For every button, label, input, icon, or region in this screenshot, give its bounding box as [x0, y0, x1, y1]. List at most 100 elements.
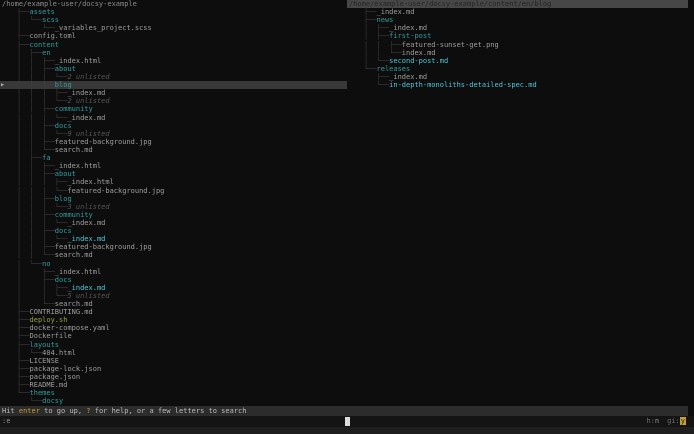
- tree-row[interactable]: │ │ │ └──2 unlisted: [0, 97, 347, 105]
- tree-guides: ├──: [0, 381, 30, 389]
- tree-row[interactable]: ├──content: [0, 41, 347, 49]
- tree-guides: │ │ ├──: [0, 81, 55, 89]
- tree-row[interactable]: └──themes: [0, 389, 347, 397]
- tree-row[interactable]: │ ├──first-post: [347, 32, 694, 40]
- tree-item-label: _index.html: [55, 57, 101, 65]
- tree-row[interactable]: ├──assets: [0, 8, 347, 16]
- tree-row[interactable]: │ │ │ └──_index.md: [0, 219, 347, 227]
- tree-row[interactable]: │ │ ├──featured-background.jpg: [0, 138, 347, 146]
- tree-row[interactable]: │ │ ├──_index.html: [0, 57, 347, 65]
- tree-item-label: 404.html: [42, 349, 76, 357]
- tree-row[interactable]: ├──LICENSE: [0, 357, 347, 365]
- tree-row[interactable]: │ │ ├──blog: [0, 195, 347, 203]
- tree-row[interactable]: ├──_index.md: [347, 73, 694, 81]
- tree-row[interactable]: │ │ └──5 unlisted: [0, 292, 347, 300]
- tree-row[interactable]: │ │ │ └──_index.md: [0, 235, 347, 243]
- tree-guides: ├──: [0, 332, 30, 340]
- tree-row[interactable]: │ │ │ └──3 unlisted: [0, 203, 347, 211]
- tree-item-label: about: [55, 170, 76, 178]
- tree-row[interactable]: ├──Dockerfile: [0, 332, 347, 340]
- tree-row[interactable]: ├──_index.md: [347, 8, 694, 16]
- tree-row[interactable]: ├──docker-compose.yaml: [0, 324, 347, 332]
- tree-row[interactable]: ▶ │ │ ├──blog: [0, 81, 347, 89]
- tree-row[interactable]: │ └──second-post.md: [347, 57, 694, 65]
- left-panel-path: /home/example-user/docsy-example: [0, 0, 347, 8]
- tree-row[interactable]: └──releases: [347, 65, 694, 73]
- tree-row[interactable]: ├──news: [347, 16, 694, 24]
- tree-row[interactable]: │ ├──_index.html: [0, 268, 347, 276]
- tree-row[interactable]: │ ├──docs: [0, 276, 347, 284]
- tree-row[interactable]: ├──deploy.sh: [0, 316, 347, 324]
- tree-row[interactable]: │ └──_variables_project.scss: [0, 24, 347, 32]
- tree-row[interactable]: │ │ │ └──_index.md: [0, 114, 347, 122]
- tree-row[interactable]: │ └──scss: [0, 16, 347, 24]
- tree-row[interactable]: │ └──search.md: [0, 300, 347, 308]
- tree-row[interactable]: ├──CONTRIBUTING.md: [0, 308, 347, 316]
- tree-item-label: layouts: [30, 341, 60, 349]
- tree-row[interactable]: │ │ │ └──featured-background.jpg: [0, 187, 347, 195]
- tree-row[interactable]: └──in-depth-monoliths-detailed-spec.md: [347, 81, 694, 89]
- search-mode-flags[interactable]: h:n gi:y: [638, 416, 686, 427]
- tree-item-label: blog: [55, 195, 72, 203]
- tree-item-label: scss: [42, 16, 59, 24]
- tree-row[interactable]: ├──package-lock.json: [0, 365, 347, 373]
- tree-item-label: _index.md: [67, 284, 105, 292]
- tree-row[interactable]: │ │ └──search.md: [0, 146, 347, 154]
- tree-row[interactable]: │ ├──_index.md: [347, 24, 694, 32]
- tree-row[interactable]: │ └──no: [0, 260, 347, 268]
- tree-row[interactable]: │ │ ├──featured-sunset-get.png: [347, 41, 694, 49]
- tree-row[interactable]: │ │ ├──docs: [0, 227, 347, 235]
- tree-row[interactable]: │ │ ├──featured-background.jpg: [0, 243, 347, 251]
- command-input-line[interactable]: :e h:n gi:y: [0, 416, 694, 427]
- tree-guides: ├──: [347, 73, 389, 81]
- tree-guides: │ │ │ └──: [0, 203, 67, 211]
- tree-item-label: LICENSE: [30, 357, 60, 365]
- tree-row[interactable]: │ │ └──search.md: [0, 251, 347, 259]
- status-bar: Hit enter to go up, ? for help, or a few…: [0, 406, 688, 416]
- mode-flag[interactable]: h:n: [646, 417, 659, 425]
- right-tree-rows: ├──_index.md ├──news │ ├──_index.md │ ├─…: [347, 8, 694, 89]
- tree-item-label: _index.md: [67, 235, 105, 243]
- tree-row[interactable]: │ │ │ ├──_index.html: [0, 178, 347, 186]
- tree-guides: │ │ └──: [347, 49, 402, 57]
- flag-label: h:: [646, 417, 654, 425]
- tree-item-label: _index.md: [67, 89, 105, 97]
- tree-row[interactable]: │ │ ├──community: [0, 211, 347, 219]
- text-cursor: [345, 417, 350, 426]
- tree-row[interactable]: ├──README.md: [0, 381, 347, 389]
- tree-item-label: no: [42, 260, 50, 268]
- tree-guides: │ └──: [0, 260, 42, 268]
- tree-row[interactable]: │ │ ├──community: [0, 105, 347, 113]
- tree-row[interactable]: │ │ │ ├──_index.md: [0, 89, 347, 97]
- tree-item-label: Dockerfile: [30, 332, 72, 340]
- tree-row[interactable]: ├──config.toml: [0, 32, 347, 40]
- tree-row[interactable]: └──docsy: [0, 397, 347, 405]
- command-input-value[interactable]: :e: [2, 416, 10, 427]
- tree-row[interactable]: │ │ │ └──9 unlisted: [0, 130, 347, 138]
- mode-flag[interactable]: gi:y: [667, 417, 686, 425]
- tree-item-label: docs: [55, 276, 72, 284]
- tree-guides: ├──: [0, 373, 30, 381]
- tree-item-label: about: [55, 65, 76, 73]
- file-tree-panel-right: /home/example-user/docsy-example/content…: [347, 0, 694, 406]
- tree-guides: │ │ │ └──: [0, 235, 67, 243]
- tree-row[interactable]: ├──package.json: [0, 373, 347, 381]
- tree-item-label: search.md: [55, 251, 93, 259]
- tree-row[interactable]: │ │ ├──about: [0, 65, 347, 73]
- tree-row[interactable]: │ │ ├──docs: [0, 122, 347, 130]
- tree-guides: │ │ │ └──: [0, 114, 67, 122]
- tree-item-label: docs: [55, 122, 72, 130]
- tree-row[interactable]: │ │ └──index.md: [347, 49, 694, 57]
- tree-item-label: 3 unlisted: [67, 203, 109, 211]
- tree-item-label: index.md: [402, 49, 436, 57]
- tree-row[interactable]: │ │ ├──_index.html: [0, 162, 347, 170]
- tree-row[interactable]: ├──layouts: [0, 341, 347, 349]
- tree-row[interactable]: │ ├──en: [0, 49, 347, 57]
- tree-row[interactable]: │ │ ├──_index.md: [0, 284, 347, 292]
- tree-row[interactable]: │ │ │ └──2 unlisted: [0, 73, 347, 81]
- tree-guides: ├──: [0, 365, 30, 373]
- tree-row[interactable]: │ └──404.html: [0, 349, 347, 357]
- tree-row[interactable]: │ │ ├──about: [0, 170, 347, 178]
- tree-row[interactable]: │ ├──fa: [0, 154, 347, 162]
- tree-item-label: 9 unlisted: [67, 130, 109, 138]
